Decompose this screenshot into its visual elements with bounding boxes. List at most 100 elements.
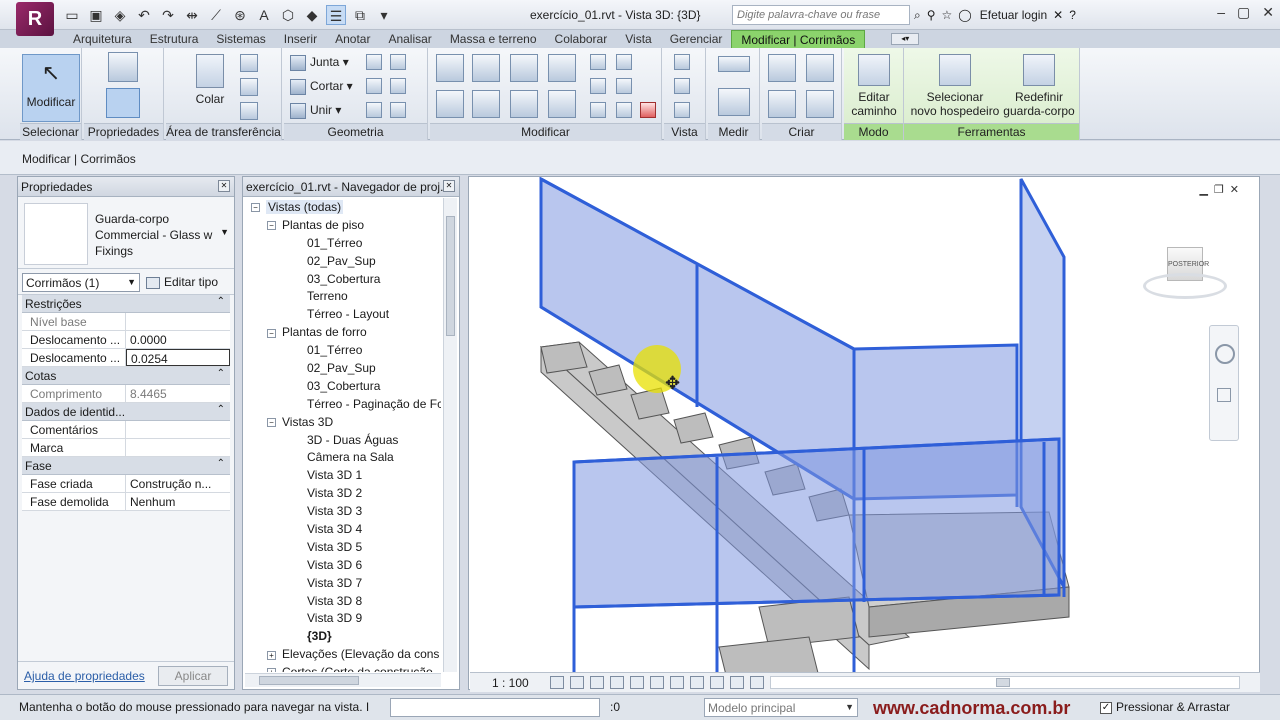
restore-icon[interactable]: ❐ <box>1214 183 1224 196</box>
property-row[interactable]: Fase criada Construção n... <box>22 475 230 493</box>
browser-item[interactable]: − Vistas 3D <box>245 413 441 431</box>
customize-qat-icon[interactable]: ▾ <box>374 5 394 25</box>
visual-style-icon[interactable] <box>570 676 584 689</box>
compass-ring[interactable] <box>1143 273 1227 299</box>
viewport-hscrollbar[interactable] <box>770 676 1240 689</box>
collapse-icon[interactable]: ⌃ <box>217 458 225 469</box>
delete-icon[interactable] <box>640 102 656 118</box>
browser-item[interactable]: Vista 3D 9 <box>245 609 441 627</box>
minimize-icon[interactable]: ▁ <box>1199 183 1207 196</box>
browser-item[interactable]: 01_Térreo <box>245 341 441 359</box>
star-icon[interactable]: ☆ <box>942 8 953 22</box>
geometry-tool-icon[interactable] <box>366 78 382 94</box>
collapse-icon[interactable]: ⌃ <box>217 404 225 415</box>
apply-button[interactable]: Aplicar <box>158 666 228 686</box>
text-icon[interactable]: A <box>254 5 274 25</box>
collapse-icon[interactable]: − <box>267 221 276 231</box>
match-type-icon[interactable] <box>240 102 258 120</box>
browser-item[interactable]: − Plantas de piso <box>245 216 441 234</box>
browser-hscrollbar[interactable] <box>245 673 441 687</box>
sync-icon[interactable]: ◈ <box>110 5 130 25</box>
browser-item[interactable]: 01_Térreo <box>245 234 441 252</box>
browser-item[interactable]: − Vistas (todas) <box>245 198 441 216</box>
trim-icon[interactable] <box>548 90 576 118</box>
property-row[interactable]: Deslocamento ... 0.0000 <box>22 331 230 349</box>
browser-scrollbar[interactable] <box>443 198 457 672</box>
create-similar-icon[interactable] <box>806 90 834 118</box>
section-icon[interactable]: ◆ <box>302 5 322 25</box>
browser-item[interactable]: Vista 3D 1 <box>245 466 441 484</box>
tab-colaborar[interactable]: Colaborar <box>546 30 617 48</box>
collapse-icon[interactable]: − <box>267 418 276 428</box>
tab-inserir[interactable]: Inserir <box>275 30 326 48</box>
exchange-icon[interactable]: ✕ <box>1053 8 1063 22</box>
property-row[interactable]: Fase demolida Nenhum <box>22 493 230 511</box>
pin-icon[interactable] <box>590 102 606 118</box>
join-button[interactable]: Junta ▾ <box>290 52 349 72</box>
browser-item[interactable]: 02_Pav_Sup <box>245 252 441 270</box>
offset-input[interactable]: 0.0254 <box>126 349 230 366</box>
help-icon[interactable]: ? <box>1069 8 1076 22</box>
paint-icon[interactable] <box>390 102 406 118</box>
group-header[interactable]: Restrições ⌃ <box>22 295 230 313</box>
render-icon[interactable] <box>630 676 644 689</box>
offset-icon[interactable] <box>472 54 500 82</box>
chevron-down-icon[interactable]: ▼ <box>220 227 229 237</box>
view-scale[interactable]: 1 : 100 <box>492 676 529 690</box>
measure-tool-icon[interactable] <box>718 56 750 72</box>
redo-icon[interactable]: ↷ <box>158 5 178 25</box>
copy-icon[interactable] <box>240 78 258 96</box>
expand-icon[interactable]: + <box>267 668 276 672</box>
collapse-icon[interactable]: − <box>267 328 276 338</box>
modify-button[interactable]: ↖ Modificar <box>22 54 80 122</box>
tab-estrutura[interactable]: Estrutura <box>141 30 208 48</box>
workset-select[interactable] <box>390 698 600 717</box>
instance-filter-select[interactable]: Corrimãos (1) ▼ <box>22 273 140 292</box>
selection-filter-count[interactable]: :0 <box>610 700 620 714</box>
property-row[interactable]: Comentários <box>22 421 230 439</box>
close-icon[interactable]: ✕ <box>218 180 230 192</box>
edit-path-button[interactable]: Editar caminho <box>846 54 902 118</box>
press-drag-toggle[interactable]: ✓ Pressionar & Arrastar <box>1100 700 1230 714</box>
tab-anotar[interactable]: Anotar <box>326 30 379 48</box>
collapse-icon[interactable]: ⌃ <box>217 296 225 307</box>
property-row[interactable]: Deslocamento ... 0.0254 <box>22 349 230 367</box>
browser-item[interactable]: Terreno <box>245 287 441 305</box>
tab-arquitetura[interactable]: Arquitetura <box>64 30 141 48</box>
minimize-icon[interactable]: – <box>1217 4 1225 21</box>
copy-element-icon[interactable] <box>472 90 500 118</box>
steering-wheel-icon[interactable] <box>1215 344 1235 364</box>
detail-level-icon[interactable] <box>550 676 564 689</box>
tab-massa-terreno[interactable]: Massa e terreno <box>441 30 546 48</box>
browser-item[interactable]: 3D - Duas Águas <box>245 431 441 449</box>
scroll-thumb[interactable] <box>259 676 359 685</box>
tab-analisar[interactable]: Analisar <box>379 30 440 48</box>
browser-item[interactable]: Vista 3D 6 <box>245 556 441 574</box>
3d-viewport[interactable]: ✥ ▁ ❐ ✕ POSTERIOR <box>468 176 1260 690</box>
binoculars-icon[interactable]: ⌕ <box>914 8 921 23</box>
scroll-thumb[interactable] <box>996 678 1010 687</box>
browser-item[interactable]: Vista 3D 5 <box>245 538 441 556</box>
show-crop-icon[interactable] <box>670 676 684 689</box>
browser-item[interactable]: Vista 3D 3 <box>245 502 441 520</box>
close-icon[interactable]: ✕ <box>1230 183 1239 196</box>
close-icon[interactable]: ✕ <box>1262 4 1274 21</box>
properties-help-link[interactable]: Ajuda de propriedades <box>24 669 145 683</box>
ribbon-minimize-toggle[interactable]: ◂▾ <box>891 33 920 45</box>
browser-item[interactable]: Vista 3D 2 <box>245 484 441 502</box>
app-menu-button[interactable]: R <box>16 2 54 36</box>
temp-hide-icon[interactable] <box>710 676 724 689</box>
browser-item[interactable]: Câmera na Sala <box>245 448 441 466</box>
type-selector[interactable]: Guarda-corpo Commercial - Glass w Fixing… <box>18 197 234 269</box>
zoom-icon[interactable] <box>1217 388 1231 402</box>
subscription-icon[interactable]: ⚲ <box>927 8 936 22</box>
checkbox-checked-icon[interactable]: ✓ <box>1100 701 1112 714</box>
geometry-tool-icon[interactable] <box>366 54 382 70</box>
panel-label-selecionar[interactable]: Selecionar <box>20 123 81 140</box>
properties-toggle-icon[interactable] <box>106 88 140 118</box>
unjoin-button[interactable]: Unir ▾ <box>290 100 341 120</box>
tab-gerenciar[interactable]: Gerenciar <box>661 30 732 48</box>
split-icon[interactable] <box>590 54 606 70</box>
rotate-icon[interactable] <box>510 90 538 118</box>
thin-lines-icon[interactable]: ☰ <box>326 5 346 25</box>
